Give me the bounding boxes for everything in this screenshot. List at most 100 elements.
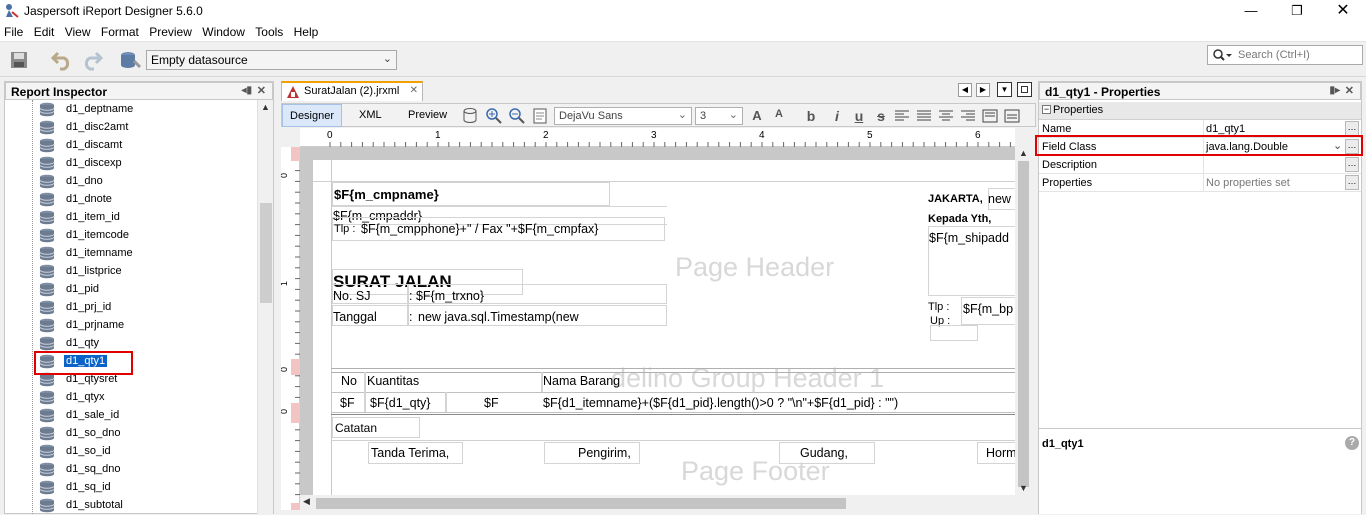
close-tab-icon[interactable]: ✕ xyxy=(410,85,418,96)
close-panel-icon[interactable]: ✕ xyxy=(1345,84,1354,97)
tanda-terima-field[interactable]: Tanda Terima, xyxy=(368,442,463,464)
close-button[interactable]: ✕ xyxy=(1320,0,1366,22)
row-f2[interactable]: $F xyxy=(484,396,499,410)
minimize-panel-icon[interactable]: ▮▸ xyxy=(1329,85,1340,96)
col-divider xyxy=(364,392,366,412)
prop-value[interactable]: No properties set xyxy=(1203,174,1348,191)
scroll-tabs-left-icon[interactable]: ◀ xyxy=(958,83,972,97)
properties-section-header[interactable]: − Properties xyxy=(1039,102,1361,120)
align-top-icon[interactable] xyxy=(982,109,998,123)
edit-ellipsis-icon[interactable]: … xyxy=(1345,157,1359,172)
align-right-icon[interactable] xyxy=(960,109,976,123)
tree-item-label: d1_itemname xyxy=(66,247,133,259)
tab-surat-jalan[interactable]: SuratJalan (2).jrxml ✕ xyxy=(281,81,423,101)
align-left-icon[interactable] xyxy=(894,109,910,123)
report-page[interactable]: Page Header delino Group Header 1 Page F… xyxy=(313,160,1017,495)
tree-item-label: d1_discamt xyxy=(66,139,123,151)
align-center-icon[interactable] xyxy=(938,109,954,123)
decrease-font-icon[interactable]: A xyxy=(770,108,788,124)
prop-row-description[interactable]: Description … xyxy=(1039,156,1361,174)
align-justify-icon[interactable] xyxy=(916,109,932,123)
tanggal-row[interactable]: Tanggal : new java.sql.Timestamp(new xyxy=(332,305,667,326)
catatan-field[interactable]: Catatan xyxy=(332,417,420,438)
undo-icon[interactable] xyxy=(50,49,74,71)
no-sj-row[interactable]: No. SJ : $F{m_trxno} xyxy=(332,284,667,304)
cmpname-field[interactable]: $F{m_cmpname} xyxy=(332,182,610,206)
close-panel-icon[interactable]: ✕ xyxy=(257,84,266,97)
redo-icon[interactable] xyxy=(80,49,104,71)
menu-tools[interactable]: Tools xyxy=(251,22,286,39)
maximize-editor-icon[interactable] xyxy=(1017,82,1032,97)
gudang-field[interactable]: Gudang, xyxy=(779,442,875,464)
scroll-up-icon[interactable]: ▲ xyxy=(1019,148,1028,158)
scroll-thumb[interactable] xyxy=(260,203,272,303)
prop-row-properties[interactable]: Properties No properties set … xyxy=(1039,174,1361,192)
help-icon[interactable]: ? xyxy=(1345,436,1359,450)
minimize-panel-icon[interactable]: ◂▮ xyxy=(241,85,252,96)
scroll-thumb[interactable] xyxy=(316,498,846,509)
report-properties-icon[interactable] xyxy=(532,107,550,125)
tree-item-label: d1_discexp xyxy=(66,157,122,169)
row-qty[interactable]: $F{d1_qty} xyxy=(370,396,430,410)
underline-button[interactable]: u xyxy=(850,108,868,124)
menu-window[interactable]: Window xyxy=(198,22,248,39)
datasource-query-icon[interactable] xyxy=(462,107,480,125)
menu-file[interactable]: File xyxy=(0,22,26,39)
scroll-tabs-right-icon[interactable]: ▶ xyxy=(976,83,990,97)
up-field[interactable] xyxy=(930,325,978,341)
edit-ellipsis-icon[interactable]: … xyxy=(1345,175,1359,190)
tab-designer[interactable]: Designer xyxy=(282,104,343,127)
row-itemname[interactable]: $F{d1_itemname}+($F{d1_pid}.length()>0 ?… xyxy=(543,396,898,410)
scroll-down-icon[interactable]: ▼ xyxy=(1019,483,1028,493)
vertical-ruler-ticks: 0 1 0 0 xyxy=(279,147,300,510)
strikethrough-button[interactable]: s xyxy=(872,108,890,124)
col-divider xyxy=(364,372,366,392)
prop-key: Description xyxy=(1042,159,1098,171)
scroll-thumb[interactable] xyxy=(1018,161,1029,487)
font-family-value: DejaVu Sans xyxy=(559,110,623,122)
datasource-select[interactable]: Empty datasource ⌄ xyxy=(146,50,397,70)
font-size-select[interactable]: 3 ⌄ xyxy=(695,107,743,125)
field-icon xyxy=(39,300,55,315)
font-family-select[interactable]: DejaVu Sans ⌄ xyxy=(554,107,692,125)
edit-ellipsis-icon[interactable]: … xyxy=(1345,121,1359,136)
scroll-left-icon[interactable]: ◀ xyxy=(303,496,310,507)
tab-preview[interactable]: Preview xyxy=(401,104,454,127)
collapse-icon[interactable]: − xyxy=(1042,105,1051,114)
field-class-highlight xyxy=(1035,135,1363,156)
menu-format[interactable]: Format xyxy=(97,22,142,39)
menu-edit[interactable]: Edit xyxy=(30,22,58,39)
row-f1[interactable]: $F xyxy=(340,396,355,410)
minimize-button[interactable]: — xyxy=(1228,0,1274,22)
canvas-horizontal-scrollbar[interactable]: ◀ xyxy=(300,495,1015,511)
tab-xml[interactable]: XML xyxy=(352,104,389,127)
tab-list-icon[interactable]: ▼ xyxy=(997,82,1012,97)
zoom-in-icon[interactable] xyxy=(485,107,503,125)
maximize-button[interactable]: ❐ xyxy=(1274,0,1320,22)
scroll-up-icon[interactable]: ▲ xyxy=(261,102,270,112)
ruler-band-marker xyxy=(291,403,300,423)
inspector-scrollbar[interactable]: ▲ xyxy=(257,100,273,514)
phone-field[interactable]: Tlp : $F{m_cmpphone}+" / Fax "+$F{m_cmpf… xyxy=(332,217,665,241)
menu-help[interactable]: Help xyxy=(290,22,322,39)
prop-value[interactable] xyxy=(1203,156,1348,173)
italic-button[interactable]: i xyxy=(828,108,846,124)
menu-view[interactable]: View xyxy=(61,22,94,39)
zoom-out-icon[interactable] xyxy=(508,107,526,125)
align-middle-icon[interactable] xyxy=(1004,109,1020,123)
report-inspector-header: Report Inspector ◂▮ ✕ xyxy=(5,82,273,100)
pengirim-field[interactable]: Pengirim, xyxy=(544,442,640,464)
canvas-vertical-scrollbar[interactable]: ▲ ▼ xyxy=(1015,147,1032,495)
bp-field[interactable]: $F{m_bp xyxy=(961,297,1016,325)
datasource-icon[interactable] xyxy=(118,49,142,71)
hormat-field[interactable]: Horm xyxy=(977,442,1017,464)
menu-preview[interactable]: Preview xyxy=(145,22,195,39)
shipaddr-field[interactable]: $F{m_shipadd xyxy=(928,226,1016,296)
save-all-icon[interactable] xyxy=(8,49,32,71)
jrxml-file-icon xyxy=(287,86,299,98)
tree-item-label: d1_subtotal xyxy=(66,499,123,511)
increase-font-icon[interactable]: A xyxy=(748,108,766,124)
search-input[interactable]: Search (Ctrl+I) xyxy=(1207,45,1363,65)
bold-button[interactable]: b xyxy=(802,108,820,124)
tree-guide xyxy=(32,100,33,514)
